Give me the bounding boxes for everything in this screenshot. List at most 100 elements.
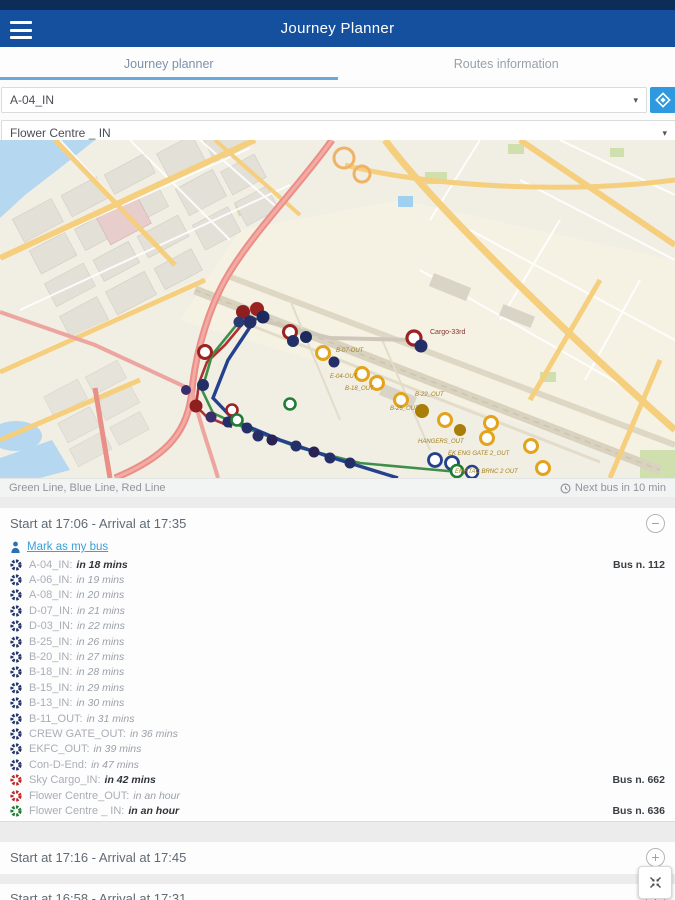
stop-name: Flower Centre _ IN:: [29, 804, 125, 817]
status-bar: [0, 0, 675, 10]
destination-value: Flower Centre _ IN: [10, 126, 111, 140]
map-label: B-26_OUT: [390, 406, 420, 412]
tab-journey-planner[interactable]: Journey planner: [0, 47, 338, 80]
stop-name: Flower Centre_OUT:: [29, 789, 130, 802]
journey-2-header: Start at 17:16 - Arrival at 17:45 +: [0, 842, 675, 872]
route-selectors: A-04_IN ▾ Flower Centre _ IN ▾: [0, 80, 675, 146]
stop-eta: in an hour: [133, 789, 180, 802]
lines-legend: Green Line, Blue Line, Red Line: [9, 482, 166, 494]
stop-name: D-03_IN:: [29, 620, 74, 633]
stop-name: Sky Cargo_IN:: [29, 774, 101, 787]
stop-name: B-20_IN:: [29, 651, 73, 664]
map-label: EK ENG GATE 2_OUT: [448, 451, 511, 457]
stop-ring-icon: [10, 743, 22, 756]
stop-row[interactable]: B-15_IN: in 29 mins: [0, 680, 675, 695]
expand-journey-button[interactable]: +: [646, 847, 665, 867]
map[interactable]: Cargo-33rd B-07-OUT E-04-OUT B-18_OUT B-…: [0, 140, 675, 478]
stop-row[interactable]: A-04_IN: in 18 mins Bus n. 112: [0, 557, 675, 572]
compress-icon: [649, 877, 661, 888]
stop-eta: in 29 mins: [76, 681, 125, 694]
bus-number: Bus n. 112: [613, 558, 665, 571]
stop-eta: in 20 mins: [76, 589, 125, 602]
stop-row[interactable]: D-07_IN: in 21 mins: [0, 603, 675, 618]
journey-2-times: Start at 17:16 - Arrival at 17:45: [10, 849, 187, 865]
stop-eta: in 18 mins: [76, 558, 128, 571]
stop-eta: in 19 mins: [76, 574, 125, 587]
next-bus-info: Next bus in 10 min: [560, 482, 666, 494]
stop-row[interactable]: A-08_IN: in 20 mins: [0, 588, 675, 603]
dropdown-caret-icon: ▾: [662, 127, 667, 138]
stop-name: B-18_IN:: [29, 666, 73, 679]
stop-ring-icon: [10, 697, 22, 709]
stop-eta: in 30 mins: [76, 697, 125, 710]
map-label: B-22_OUT: [415, 392, 445, 398]
stop-ring-icon: [10, 759, 22, 771]
stop-row[interactable]: EKFC_OUT: in 39 mins: [0, 742, 675, 757]
stop-eta: in 31 mins: [86, 712, 135, 725]
stop-ring-icon: [10, 712, 22, 725]
stop-ring-icon: [10, 728, 22, 740]
stop-name: B-15_IN:: [29, 681, 73, 694]
stop-ring-icon: [10, 682, 22, 694]
stop-name: A-08_IN:: [29, 589, 73, 602]
journey-card-3: Start at 16:58 - Arrival at 17:31 +: [0, 884, 675, 900]
stop-row[interactable]: A-06_IN: in 19 mins: [0, 572, 675, 587]
stop-name: EKFC_OUT:: [29, 743, 90, 756]
stop-eta: in 21 mins: [77, 604, 125, 617]
stop-row[interactable]: B-20_IN: in 27 mins: [0, 649, 675, 664]
origin-select[interactable]: A-04_IN ▾: [1, 87, 647, 113]
stop-ring-icon: [10, 651, 22, 663]
stop-name: Con-D-End:: [29, 758, 88, 771]
menu-icon[interactable]: [10, 19, 32, 41]
stop-eta: in 28 mins: [76, 666, 125, 679]
clock-icon: [560, 483, 571, 493]
map-label: Cargo-33rd: [430, 329, 466, 336]
collapse-map-button[interactable]: [638, 866, 672, 899]
bus-number: Bus n. 662: [612, 774, 665, 787]
map-label: HANGERS_OUT: [418, 439, 465, 445]
stop-row[interactable]: Flower Centre_OUT: in an hour: [0, 788, 675, 803]
journey-1-times: Start at 17:06 - Arrival at 17:35: [10, 515, 187, 531]
map-label: E-04-OUT: [330, 374, 359, 380]
mark-as-my-bus-link[interactable]: Mark as my bus: [27, 541, 108, 553]
stop-name: CREW GATE_OUT:: [29, 727, 126, 740]
stop-ring-icon: [10, 636, 22, 648]
stop-ring-icon: [10, 605, 22, 617]
map-label: B-18_OUT: [345, 386, 375, 392]
mark-as-my-bus-row: Mark as my bus: [0, 539, 675, 555]
map-label: EMRTAC BRNC 2 OUT: [455, 469, 519, 475]
stop-row[interactable]: B-13_IN: in 30 mins: [0, 696, 675, 711]
map-info-bar: Green Line, Blue Line, Red Line Next bus…: [0, 478, 675, 497]
collapse-journey-button[interactable]: −: [646, 513, 665, 533]
person-icon: [11, 541, 20, 553]
stop-row[interactable]: B-11_OUT: in 31 mins: [0, 711, 675, 726]
stop-ring-icon: [10, 666, 22, 679]
stop-eta: in 47 mins: [91, 758, 139, 771]
tab-bar: Journey planner Routes information: [0, 47, 675, 81]
next-bus-text: Next bus in 10 min: [574, 482, 666, 494]
stop-name: A-04_IN:: [29, 558, 73, 571]
app-bar: Journey Planner: [0, 10, 675, 48]
stop-ring-icon: [10, 574, 22, 586]
stop-row[interactable]: B-18_IN: in 28 mins: [0, 665, 675, 680]
stop-row[interactable]: D-03_IN: in 22 mins: [0, 619, 675, 634]
stop-eta: in 27 mins: [76, 651, 125, 664]
tab-routes-information[interactable]: Routes information: [338, 47, 675, 80]
locate-route-button[interactable]: [650, 87, 675, 113]
journey-1-header: Start at 17:06 - Arrival at 17:35 −: [0, 508, 675, 538]
stop-row[interactable]: Sky Cargo_IN: in 42 mins Bus n. 662: [0, 772, 675, 787]
stop-row[interactable]: B-25_IN: in 26 mins: [0, 634, 675, 649]
origin-value: A-04_IN: [10, 93, 55, 107]
journey-card-1: Start at 17:06 - Arrival at 17:35 − Mark…: [0, 508, 675, 822]
stop-name: B-11_OUT:: [29, 712, 83, 725]
stop-eta: in 26 mins: [76, 635, 125, 648]
stop-row[interactable]: CREW GATE_OUT: in 36 mins: [0, 726, 675, 741]
stop-eta: in 36 mins: [129, 727, 178, 740]
stop-row[interactable]: Flower Centre _ IN: in an hour Bus n. 63…: [0, 803, 675, 818]
journey-card-2: Start at 17:16 - Arrival at 17:45 +: [0, 842, 675, 874]
stop-name: B-25_IN:: [29, 635, 73, 648]
stop-eta: in an hour: [128, 804, 180, 817]
stop-row[interactable]: Con-D-End: in 47 mins: [0, 757, 675, 772]
journey-planner-screen: Journey Planner Journey planner Routes i…: [0, 0, 675, 900]
stop-name: D-07_IN:: [29, 604, 74, 617]
